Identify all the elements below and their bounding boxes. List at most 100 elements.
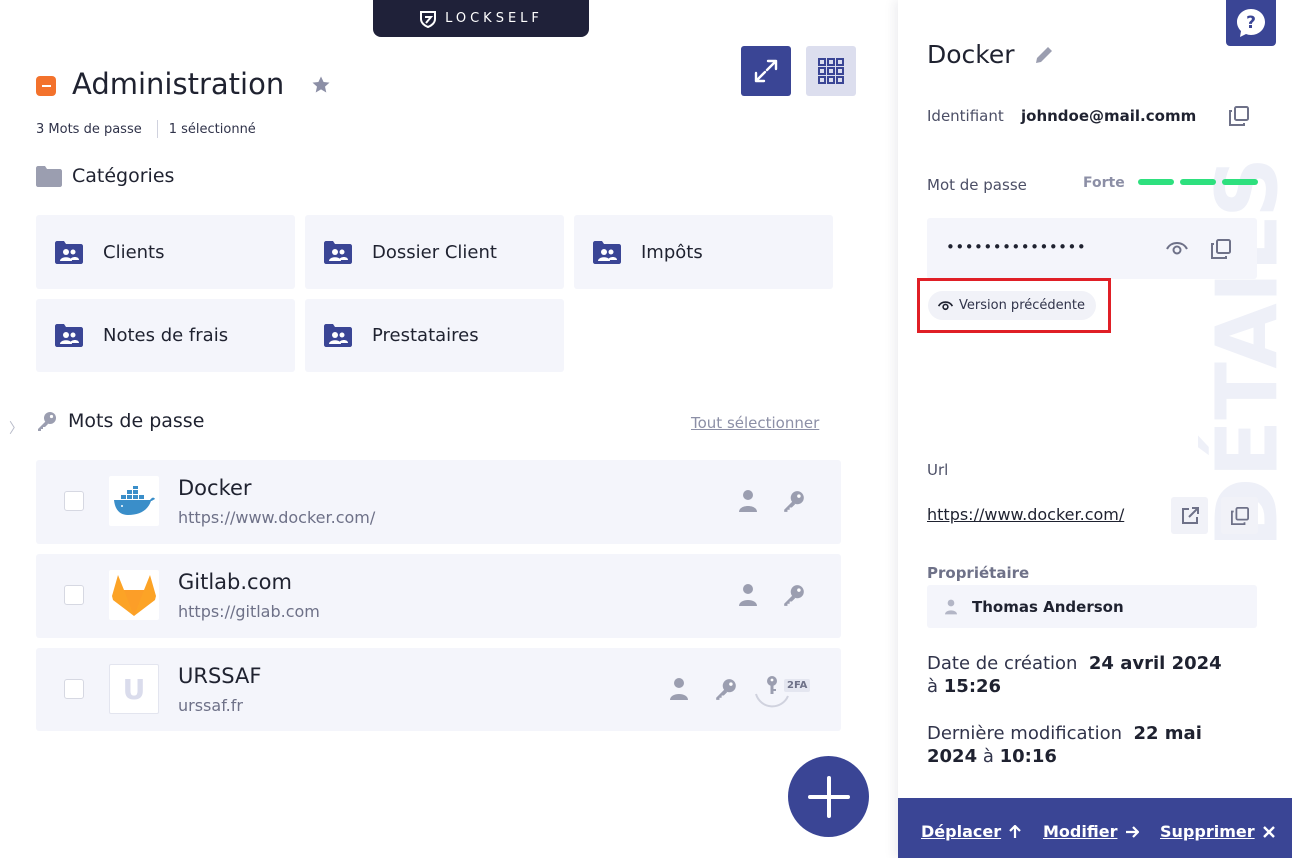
avatar-letter: U xyxy=(122,672,146,706)
strength-bar xyxy=(1138,179,1174,185)
docker-logo xyxy=(109,476,159,526)
identifiant-label: Identifiant xyxy=(927,107,1004,125)
creation-date: Date de création 24 avril 2024 à 15:26 xyxy=(927,652,1257,698)
plus-icon xyxy=(807,775,850,818)
edit-button[interactable]: Modifier xyxy=(1043,822,1140,841)
help-button[interactable]: ? xyxy=(1226,0,1276,46)
row-checkbox[interactable] xyxy=(64,585,84,605)
shared-folder-icon xyxy=(593,240,621,264)
key-icon[interactable] xyxy=(782,583,806,607)
key-icon[interactable] xyxy=(714,677,738,701)
arrow-right-icon xyxy=(1126,825,1140,838)
passwords-heading: Mots de passe xyxy=(36,410,204,432)
page-title: Administration xyxy=(72,67,285,101)
brand-name: LOCKSELF xyxy=(445,11,543,26)
user-icon[interactable] xyxy=(669,677,689,701)
category-label: Impôts xyxy=(641,241,703,263)
modified-date-part1: 22 mai xyxy=(1133,723,1202,744)
svg-text:?: ? xyxy=(1246,13,1256,33)
grid-icon xyxy=(818,58,844,84)
entry-name: URSSAF xyxy=(178,664,262,688)
expand-button[interactable] xyxy=(741,46,791,96)
docker-whale-icon xyxy=(114,486,155,515)
modified-at-word: à xyxy=(982,746,994,767)
gitlab-fox-icon xyxy=(112,575,156,616)
category-dossier-client[interactable]: Dossier Client xyxy=(305,215,564,289)
grid-view-button[interactable] xyxy=(806,46,856,96)
user-icon[interactable] xyxy=(738,583,758,607)
entry-url: https://gitlab.com xyxy=(178,602,320,621)
details-title: Docker xyxy=(927,40,1015,69)
folder-color-badge xyxy=(36,76,56,96)
select-all-link[interactable]: Tout sélectionner xyxy=(691,414,819,432)
entry-name: Gitlab.com xyxy=(178,570,292,594)
password-masked: ••••••••••••••• xyxy=(946,238,1087,256)
shared-folder-icon xyxy=(324,240,352,264)
category-label: Dossier Client xyxy=(372,241,497,263)
category-label: Prestataires xyxy=(372,325,479,346)
row-checkbox[interactable] xyxy=(64,679,84,699)
star-icon[interactable] xyxy=(311,75,331,95)
close-icon xyxy=(1262,825,1275,838)
categories-title: Catégories xyxy=(72,165,175,187)
password-row-gitlab[interactable]: Gitlab.com https://gitlab.com xyxy=(36,554,841,638)
user-icon[interactable] xyxy=(738,489,758,513)
row-checkbox[interactable] xyxy=(64,491,84,511)
key-icon xyxy=(38,412,56,431)
open-url-button[interactable] xyxy=(1171,497,1208,534)
two-factor-indicator[interactable]: 2FA xyxy=(753,672,815,708)
identifiant-value: johndoe@mail.comm xyxy=(1021,107,1197,125)
strength-bar xyxy=(1222,179,1258,185)
letter-avatar: U xyxy=(109,664,159,714)
owner-name: Thomas Anderson xyxy=(972,597,1124,616)
expand-icon xyxy=(754,59,778,83)
password-label: Mot de passe xyxy=(927,176,1027,194)
details-watermark: DÉTAILS xyxy=(1198,157,1292,548)
category-clients[interactable]: Clients xyxy=(36,215,295,289)
highlight-frame xyxy=(917,278,1111,333)
move-label: Déplacer xyxy=(921,822,1002,841)
modified-date-part2: 2024 xyxy=(927,746,978,767)
password-row-docker[interactable]: Docker https://www.docker.com/ xyxy=(36,460,841,544)
password-field[interactable]: ••••••••••••••• xyxy=(927,218,1257,279)
created-label: Date de création xyxy=(927,653,1078,674)
copy-icon[interactable] xyxy=(1229,106,1249,126)
user-icon xyxy=(945,599,957,614)
header-meta: 3 Mots de passe 1 sélectionné xyxy=(36,120,256,138)
owner-label: Propriétaire xyxy=(927,564,1030,582)
eye-icon[interactable] xyxy=(1166,240,1188,256)
delete-button[interactable]: Supprimer xyxy=(1160,822,1275,841)
strength-bar xyxy=(1180,179,1216,185)
created-at-word: à xyxy=(927,676,939,697)
categories-heading: Catégories xyxy=(36,165,174,187)
category-impots[interactable]: Impôts xyxy=(574,215,833,289)
passwords-title: Mots de passe xyxy=(68,410,205,432)
delete-label: Supprimer xyxy=(1160,822,1255,841)
category-prestataires[interactable]: Prestataires xyxy=(305,299,564,372)
category-label: Notes de frais xyxy=(103,325,229,346)
gitlab-logo xyxy=(109,570,159,620)
help-icon: ? xyxy=(1237,9,1265,37)
sidebar-toggle-icon[interactable]: 〉 xyxy=(9,418,23,438)
modification-date: Dernière modification 22 mai 2024 à 10:1… xyxy=(927,722,1257,768)
strength-label: Forte xyxy=(1083,175,1125,191)
watermark-text: DÉTAILS xyxy=(1198,157,1292,548)
arrow-up-icon xyxy=(1009,824,1021,838)
add-password-button[interactable] xyxy=(788,756,869,837)
selected-count: 1 sélectionné xyxy=(168,121,256,137)
password-count: 3 Mots de passe xyxy=(36,121,142,137)
category-notes-de-frais[interactable]: Notes de frais xyxy=(36,299,295,372)
url-label: Url xyxy=(927,461,949,479)
modified-label: Dernière modification xyxy=(927,723,1123,744)
move-button[interactable]: Déplacer xyxy=(921,822,1021,841)
pencil-icon[interactable] xyxy=(1034,45,1054,65)
twofa-badge: 2FA xyxy=(784,679,811,692)
url-link[interactable]: https://www.docker.com/ xyxy=(927,505,1124,524)
key-icon[interactable] xyxy=(782,489,806,513)
category-label: Clients xyxy=(103,241,165,263)
copy-icon[interactable] xyxy=(1211,239,1231,259)
password-row-urssaf[interactable]: U URSSAF urssaf.fr 2FA xyxy=(36,648,841,731)
created-time: 15:26 xyxy=(943,676,1002,697)
folder-icon xyxy=(36,165,62,187)
copy-url-button[interactable] xyxy=(1221,497,1258,534)
